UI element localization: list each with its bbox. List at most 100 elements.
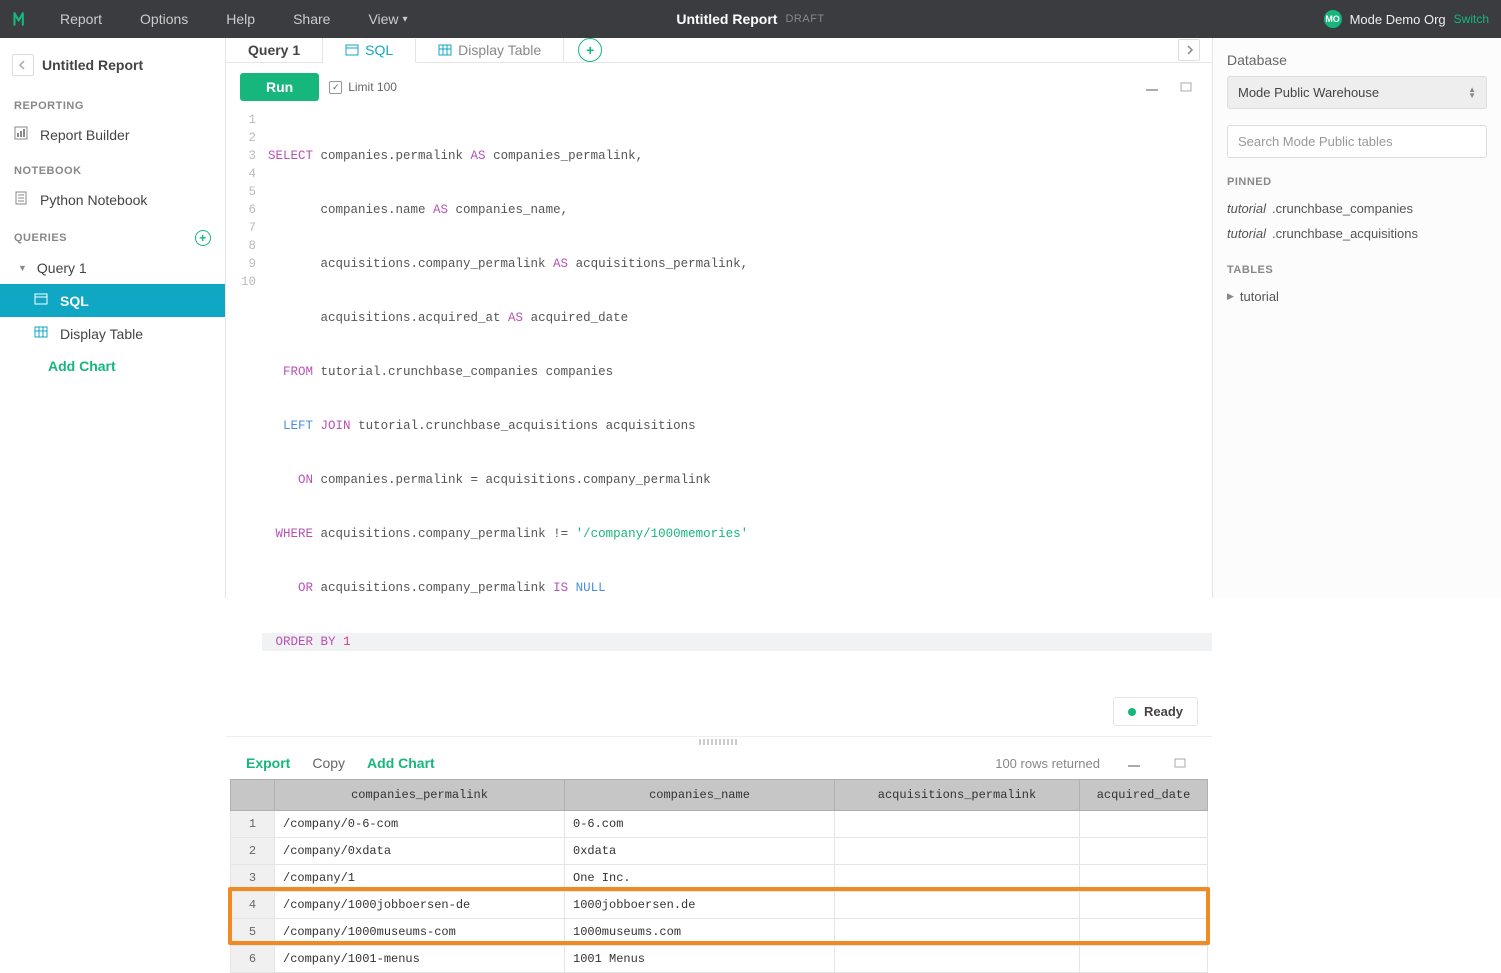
cell[interactable]: /company/1000museums-com — [275, 919, 565, 946]
sql-editor[interactable]: 12345 678910 SELECT companies.permalink … — [226, 111, 1212, 687]
sidebar-query-1[interactable]: ▼ Query 1 — [0, 252, 225, 284]
section-reporting: REPORTING — [0, 86, 225, 118]
sidebar-title: Untitled Report — [42, 57, 143, 73]
cell[interactable] — [835, 838, 1080, 865]
switch-link[interactable]: Switch — [1454, 12, 1489, 26]
sidebar-display-table[interactable]: Display Table — [0, 317, 225, 350]
pinned-table-companies[interactable]: tutorial.crunchbase_companies — [1227, 196, 1487, 221]
results-maximize-icon[interactable] — [1168, 756, 1192, 770]
menu-share[interactable]: Share — [293, 11, 330, 27]
report-title-area: Untitled Report DRAFT — [676, 11, 824, 27]
copy-button[interactable]: Copy — [312, 755, 345, 771]
sidebar-report-builder[interactable]: Report Builder — [0, 118, 225, 151]
editor-toolbar: Run ✓ Limit 100 — [226, 63, 1212, 111]
row-number-header — [231, 780, 275, 811]
table-row[interactable]: 6/company/1001-menus1001 Menus — [231, 946, 1208, 973]
tab-query-1[interactable]: Query 1 — [226, 38, 323, 62]
org-badge-icon: MO — [1324, 10, 1342, 28]
cell[interactable]: 1001 Menus — [565, 946, 835, 973]
cell[interactable]: 1000museums.com — [565, 919, 835, 946]
export-button[interactable]: Export — [246, 755, 290, 771]
status-dot-icon — [1128, 708, 1136, 716]
row-number: 5 — [231, 919, 275, 946]
col-acquired-date[interactable]: acquired_date — [1080, 780, 1208, 811]
section-queries: QUERIES + — [0, 216, 225, 252]
cell[interactable] — [1080, 892, 1208, 919]
chevron-down-icon: ▾ — [403, 14, 408, 25]
table-row[interactable]: 4/company/1000jobboersen-de1000jobboerse… — [231, 892, 1208, 919]
pinned-table-acquisitions[interactable]: tutorial.crunchbase_acquisitions — [1227, 221, 1487, 246]
cell[interactable] — [835, 892, 1080, 919]
report-title[interactable]: Untitled Report — [676, 11, 777, 27]
cell[interactable] — [835, 919, 1080, 946]
org-switcher[interactable]: MO Mode Demo Org Switch — [1324, 10, 1489, 28]
row-number: 1 — [231, 811, 275, 838]
center-panel: Query 1 SQL Display Table + Run ✓ Limit … — [226, 38, 1213, 598]
table-row[interactable]: 1/company/0-6-com0-6.com — [231, 811, 1208, 838]
cell[interactable]: /company/1 — [275, 865, 565, 892]
cell[interactable] — [1080, 865, 1208, 892]
results-toolbar: Export Copy Add Chart 100 rows returned — [226, 747, 1212, 779]
cell[interactable]: One Inc. — [565, 865, 835, 892]
sql-icon — [34, 292, 50, 309]
sidebar-python-notebook[interactable]: Python Notebook — [0, 183, 225, 216]
cell[interactable] — [1080, 838, 1208, 865]
results-table[interactable]: companies_permalink companies_name acqui… — [230, 779, 1208, 973]
table-row[interactable]: 5/company/1000museums-com1000museums.com — [231, 919, 1208, 946]
cell[interactable]: 0-6.com — [565, 811, 835, 838]
cell[interactable] — [835, 865, 1080, 892]
table-row[interactable]: 2/company/0xdata0xdata — [231, 838, 1208, 865]
line-gutter: 12345 678910 — [226, 111, 262, 687]
sidebar-sql[interactable]: SQL — [0, 284, 225, 317]
expand-right-button[interactable] — [1178, 39, 1200, 61]
add-tab-button[interactable]: + — [578, 38, 602, 62]
report-builder-label: Report Builder — [40, 127, 130, 143]
table-search-input[interactable]: Search Mode Public tables — [1227, 125, 1487, 158]
cell[interactable]: 0xdata — [565, 838, 835, 865]
tab-display-table[interactable]: Display Table — [416, 38, 564, 62]
top-bar: Report Options Help Share View▾ Untitled… — [0, 0, 1501, 38]
section-notebook: NOTEBOOK — [0, 151, 225, 183]
back-button[interactable] — [12, 54, 34, 76]
results-minimize-icon[interactable] — [1122, 756, 1146, 770]
cell[interactable] — [835, 811, 1080, 838]
query-label: Query 1 — [37, 260, 87, 276]
database-select[interactable]: Mode Public Warehouse ▲▼ — [1227, 76, 1487, 109]
cell[interactable] — [835, 946, 1080, 973]
display-table-label: Display Table — [60, 326, 143, 342]
run-button[interactable]: Run — [240, 73, 319, 101]
tables-schema-tutorial[interactable]: ▶ tutorial — [1227, 284, 1487, 309]
pane-resize-handle[interactable] — [226, 736, 1212, 747]
ready-status: Ready — [1113, 697, 1198, 726]
sidebar-add-chart[interactable]: Add Chart — [0, 350, 225, 382]
menu-help[interactable]: Help — [226, 11, 255, 27]
add-chart-button[interactable]: Add Chart — [367, 755, 435, 771]
cell[interactable]: /company/0-6-com — [275, 811, 565, 838]
col-acquisitions-permalink[interactable]: acquisitions_permalink — [835, 780, 1080, 811]
cell[interactable]: 1000jobboersen.de — [565, 892, 835, 919]
tables-section: TABLES — [1227, 264, 1487, 276]
maximize-icon[interactable] — [1174, 80, 1198, 94]
menu-options[interactable]: Options — [140, 11, 188, 27]
add-query-button[interactable]: + — [195, 230, 211, 246]
cell[interactable]: /company/1000jobboersen-de — [275, 892, 565, 919]
minimize-icon[interactable] — [1140, 80, 1164, 94]
cell[interactable]: /company/1001-menus — [275, 946, 565, 973]
cell[interactable]: /company/0xdata — [275, 838, 565, 865]
menu-view[interactable]: View▾ — [368, 11, 407, 27]
rows-returned-label: 100 rows returned — [995, 756, 1100, 771]
limit-checkbox[interactable]: ✓ Limit 100 — [329, 80, 397, 94]
code-area[interactable]: SELECT companies.permalink AS companies_… — [262, 111, 1212, 687]
table-row[interactable]: 3/company/1One Inc. — [231, 865, 1208, 892]
cell[interactable] — [1080, 919, 1208, 946]
tab-sql[interactable]: SQL — [323, 39, 416, 63]
python-notebook-label: Python Notebook — [40, 192, 147, 208]
cell[interactable] — [1080, 811, 1208, 838]
cell[interactable] — [1080, 946, 1208, 973]
col-companies-name[interactable]: companies_name — [565, 780, 835, 811]
menu-report[interactable]: Report — [60, 11, 102, 27]
col-companies-permalink[interactable]: companies_permalink — [275, 780, 565, 811]
table-icon — [438, 43, 452, 57]
app-logo[interactable] — [12, 9, 32, 29]
org-name: Mode Demo Org — [1350, 12, 1446, 27]
